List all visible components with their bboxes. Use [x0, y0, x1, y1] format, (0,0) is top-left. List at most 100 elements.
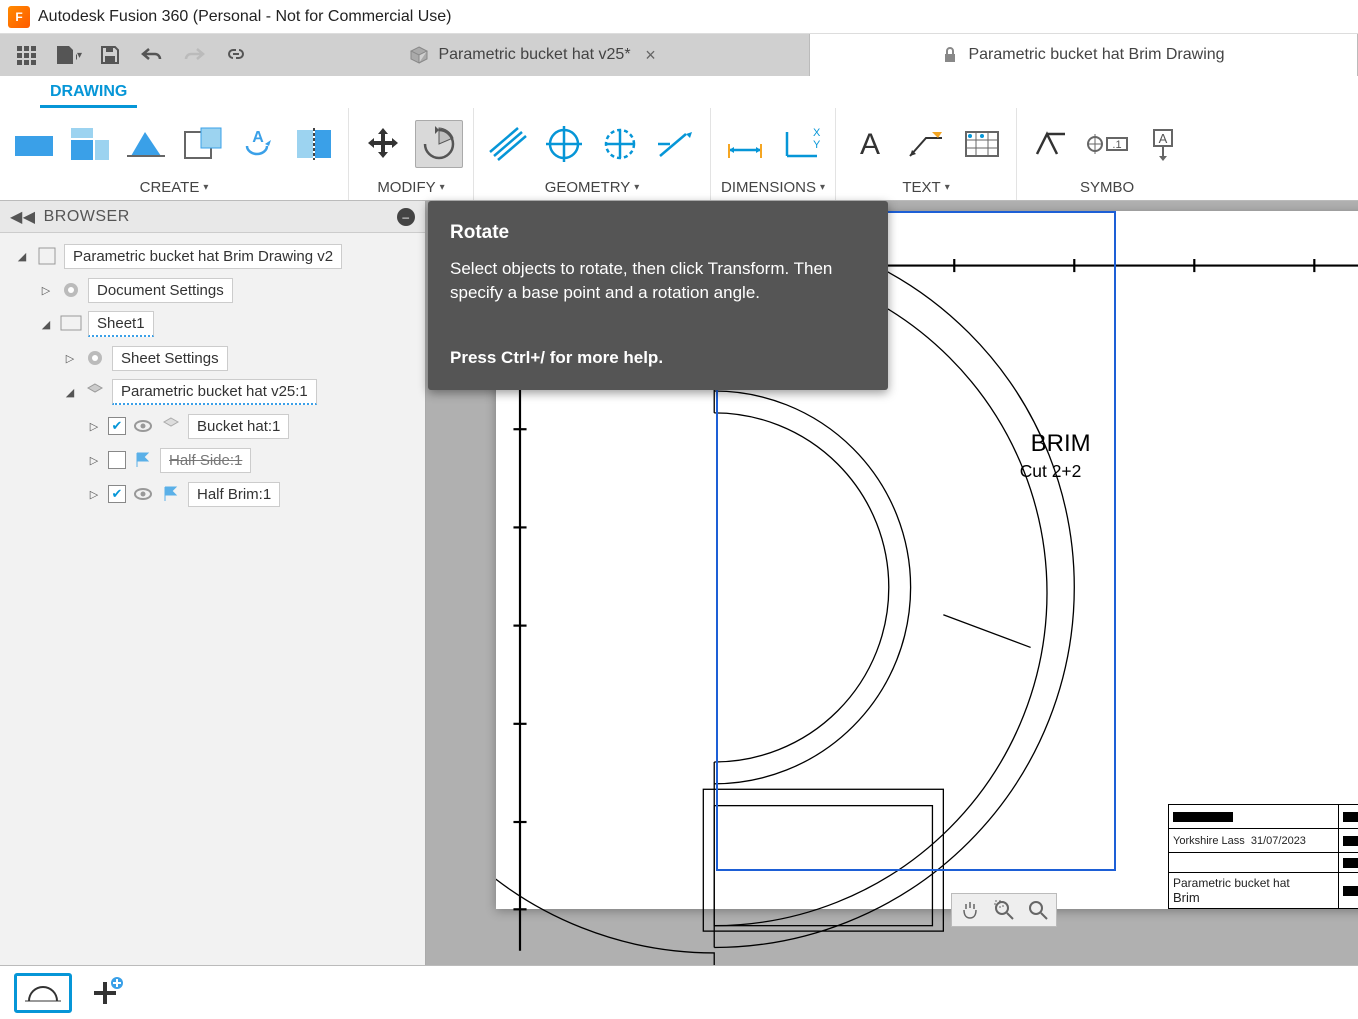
tree-component[interactable]: ◢ Parametric bucket hat v25:1 — [4, 375, 421, 409]
collapse-icon[interactable]: ◀◀ — [10, 207, 36, 227]
save-icon[interactable] — [96, 41, 124, 69]
link-icon[interactable] — [222, 41, 250, 69]
tree-doc-settings[interactable]: ▷ Document Settings — [4, 273, 421, 307]
ribbon-group-create: A CREATE▾ — [0, 108, 349, 200]
body-icon — [160, 415, 182, 437]
ribbon-tab-drawing[interactable]: DRAWING — [40, 79, 137, 108]
ribbon-group-text: A TEXT▾ — [836, 108, 1017, 200]
window-titlebar: F Autodesk Fusion 360 (Personal - Not fo… — [0, 0, 1358, 34]
undo-icon[interactable] — [138, 41, 166, 69]
close-icon[interactable]: × — [641, 45, 661, 66]
ribbon-group-dimensions: XY DIMENSIONS▾ — [711, 108, 836, 200]
redacted-label — [1343, 886, 1358, 896]
quick-access-row: ▾ Parametric bucket hat v25* × Parametri… — [0, 34, 1358, 76]
rotate-icon[interactable] — [415, 120, 463, 168]
centermark-icon[interactable] — [540, 120, 588, 168]
centerline-icon[interactable] — [484, 120, 532, 168]
centermark-pattern-icon[interactable] — [596, 120, 644, 168]
redacted-label — [1173, 812, 1233, 822]
titleblock-date: 31/07/2023 — [1251, 835, 1306, 847]
expand-icon[interactable]: ▷ — [86, 488, 102, 501]
datum-id-icon[interactable]: A — [1139, 120, 1187, 168]
surface-texture-icon[interactable] — [1027, 120, 1075, 168]
text-icon[interactable]: A — [846, 120, 894, 168]
tab-model[interactable]: Parametric bucket hat v25* × — [262, 34, 810, 76]
break-view-icon[interactable]: A — [234, 120, 282, 168]
browser-panel: ◀◀ BROWSER – ◢ Parametric bucket hat Bri… — [0, 201, 426, 1019]
window-title: Autodesk Fusion 360 (Personal - Not for … — [38, 8, 452, 26]
svg-text:A: A — [860, 128, 880, 161]
checkbox-icon[interactable] — [108, 485, 126, 503]
ordinate-icon[interactable]: XY — [777, 120, 825, 168]
browser-header[interactable]: ◀◀ BROWSER – — [0, 201, 425, 233]
tree-sheet-settings[interactable]: ▷ Sheet Settings — [4, 341, 421, 375]
edge-extension-icon[interactable] — [652, 120, 700, 168]
svg-text:A: A — [1159, 131, 1168, 146]
group-label-text: TEXT — [902, 179, 940, 196]
minimize-icon[interactable]: – — [397, 208, 415, 226]
tree-item-label: Half Brim:1 — [188, 482, 280, 507]
expand-icon[interactable]: ▷ — [38, 284, 54, 297]
app-grid-icon[interactable] — [12, 41, 40, 69]
eye-icon[interactable] — [132, 483, 154, 505]
cube-icon — [410, 46, 428, 64]
redacted-label — [1343, 812, 1358, 822]
detail-view-icon[interactable] — [178, 120, 226, 168]
table-icon[interactable] — [958, 120, 1006, 168]
expand-icon[interactable]: ▷ — [86, 454, 102, 467]
group-label-dimensions: DIMENSIONS — [721, 179, 816, 196]
expand-icon[interactable]: ◢ — [14, 250, 30, 263]
tab-drawing[interactable]: Parametric bucket hat Brim Drawing — [810, 34, 1358, 76]
expand-icon[interactable]: ◢ — [62, 386, 78, 399]
eye-icon[interactable] — [132, 415, 154, 437]
ribbon-group-symbols: .1 A SYMBO — [1017, 108, 1197, 200]
feature-control-frame-icon[interactable]: .1 — [1083, 120, 1131, 168]
tree-root[interactable]: ◢ Parametric bucket hat Brim Drawing v2 — [4, 239, 421, 273]
flag-icon — [132, 449, 154, 471]
svg-text:X: X — [813, 127, 821, 139]
redacted-label — [1343, 836, 1358, 846]
tree-component-label: Parametric bucket hat v25:1 — [112, 379, 317, 405]
expand-icon[interactable]: ▷ — [62, 352, 78, 365]
expand-icon[interactable]: ◢ — [38, 318, 54, 331]
dimension-icon[interactable] — [721, 120, 769, 168]
gear-icon — [60, 279, 82, 301]
titleblock-part: Brim — [1173, 890, 1200, 905]
move-icon[interactable] — [359, 120, 407, 168]
tree-item-half-brim[interactable]: ▷ Half Brim:1 — [4, 477, 421, 511]
tab-model-label: Parametric bucket hat v25* — [438, 46, 630, 64]
section-view-icon[interactable] — [122, 120, 170, 168]
ribbon-nav: DRAWING — [0, 76, 1358, 108]
titleblock-name: Parametric bucket hat — [1173, 876, 1290, 890]
sketch-icon[interactable] — [290, 120, 338, 168]
drawing-icon — [36, 245, 58, 267]
tree-item-bucket-hat[interactable]: ▷ Bucket hat:1 — [4, 409, 421, 443]
add-sheet-button[interactable] — [90, 978, 120, 1008]
base-view-icon[interactable] — [10, 120, 58, 168]
tree-item-half-side[interactable]: ▷ Half Side:1 — [4, 443, 421, 477]
redo-icon[interactable] — [180, 41, 208, 69]
group-label-symbols: SYMBO — [1080, 179, 1134, 196]
tooltip-body: Select objects to rotate, then click Tra… — [450, 257, 866, 306]
quick-access-toolbar: ▾ — [0, 34, 262, 76]
expand-icon[interactable]: ▷ — [86, 420, 102, 433]
tree-sheet[interactable]: ◢ Sheet1 — [4, 307, 421, 341]
group-label-geometry: GEOMETRY — [545, 179, 631, 196]
projected-view-icon[interactable] — [66, 120, 114, 168]
zoom-window-icon[interactable] — [988, 896, 1020, 924]
pan-icon[interactable] — [954, 896, 986, 924]
zoom-icon[interactable] — [1022, 896, 1054, 924]
tree-sheet-label: Sheet1 — [88, 311, 154, 337]
tree-root-label: Parametric bucket hat Brim Drawing v2 — [64, 244, 342, 269]
checkbox-icon[interactable] — [108, 417, 126, 435]
ribbon-group-modify: MODIFY▾ — [349, 108, 474, 200]
sheet-icon — [60, 313, 82, 335]
sheet-thumbnail[interactable] — [14, 973, 72, 1013]
lock-icon — [942, 47, 958, 63]
file-menu-icon[interactable]: ▾ — [54, 41, 82, 69]
tooltip-help: Press Ctrl+/ for more help. — [450, 346, 866, 371]
tree-sheet-settings-label: Sheet Settings — [112, 346, 228, 371]
titleblock[interactable]: Yorkshire Lass 31/07/2023 Parametric buc… — [1168, 804, 1358, 909]
leader-icon[interactable] — [902, 120, 950, 168]
checkbox-icon[interactable] — [108, 451, 126, 469]
